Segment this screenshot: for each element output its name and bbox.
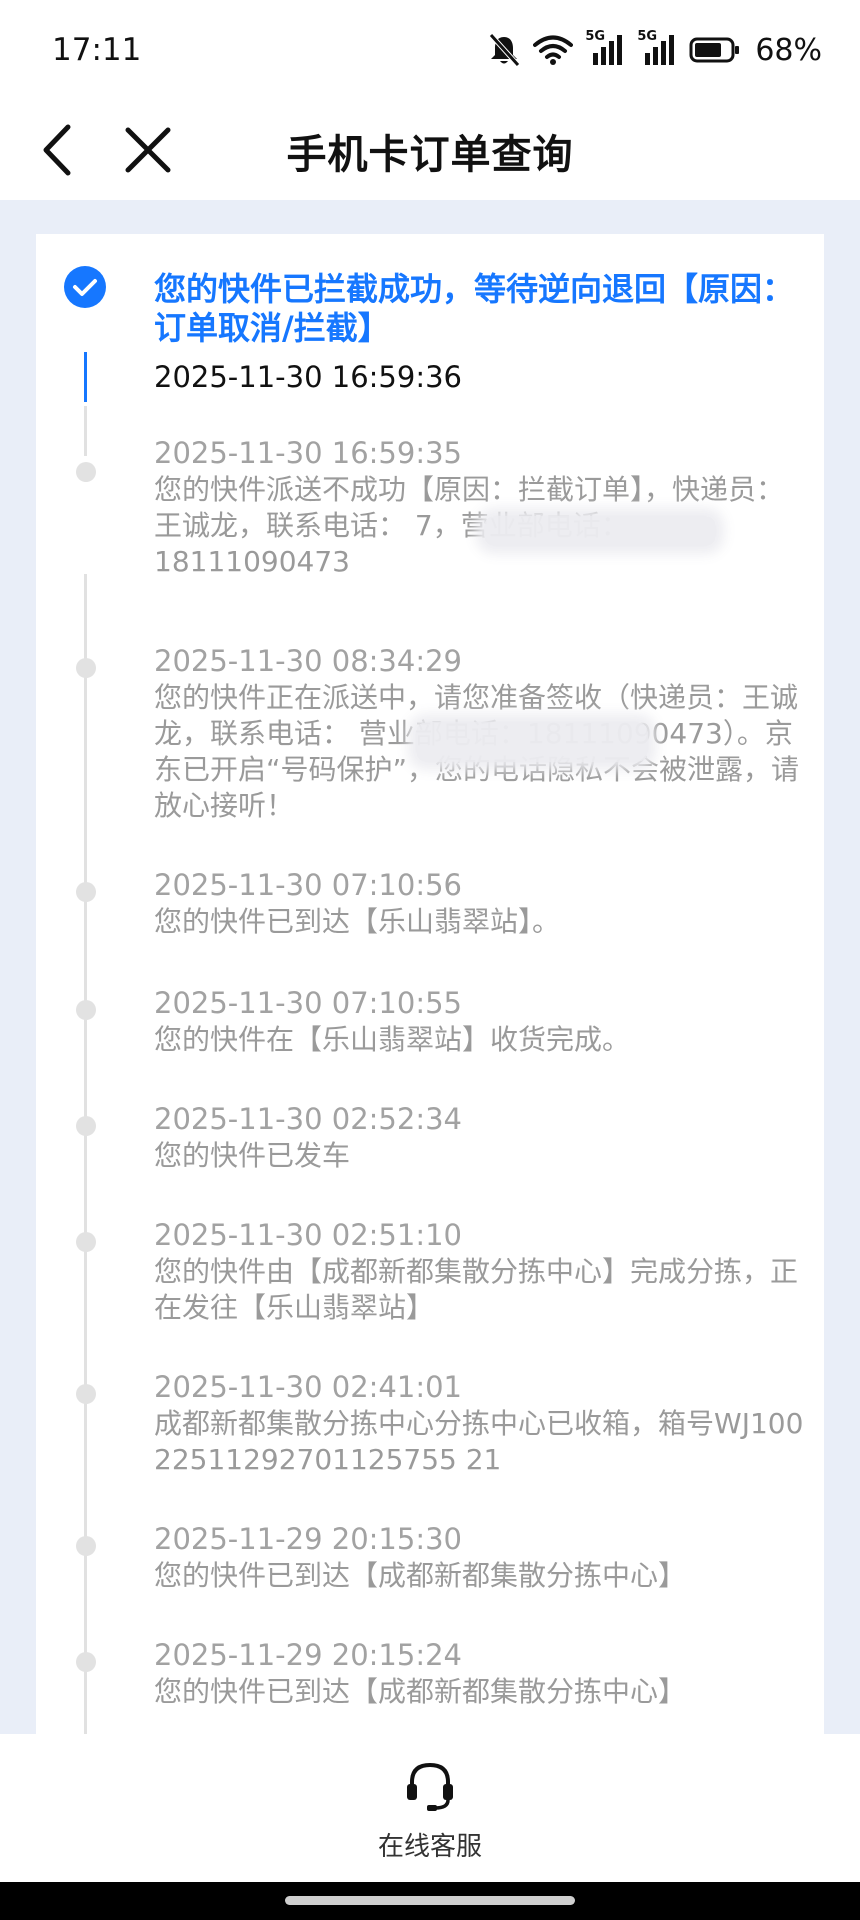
online-service-button[interactable]: 在线客服	[355, 1760, 505, 1870]
timeline-dot	[76, 462, 96, 482]
timeline-line	[84, 406, 87, 456]
timeline-dot	[76, 1536, 96, 1556]
timeline-dot	[76, 1652, 96, 1672]
home-indicator[interactable]	[285, 1896, 575, 1905]
timeline-item: 2025-11-30 07:10:55 您的快件在【乐山翡翠站】收货完成。	[154, 984, 804, 1058]
blurred-phone-number	[484, 516, 716, 546]
timeline-desc: 您的快件已拦截成功，等待逆向退回【原因：订单取消/拦截】	[154, 270, 795, 347]
timeline-dot	[76, 1384, 96, 1404]
wifi-icon	[533, 34, 574, 66]
timeline-desc: 您的快件已到达【乐山翡翠站】。	[154, 905, 561, 938]
timeline-item: 2025-11-30 07:10:56 您的快件已到达【乐山翡翠站】。	[154, 866, 804, 940]
timeline-item: 2025-11-29 20:15:24 您的快件已到达【成都新都集散分拣中心】	[154, 1636, 804, 1710]
timeline-time: 2025-11-30 08:34:29	[154, 644, 462, 678]
timeline-item: 2025-11-29 20:15:30 您的快件已到达【成都新都集散分拣中心】	[154, 1520, 804, 1594]
timeline-time: 2025-11-29 20:15:30	[154, 1522, 462, 1556]
timeline-item: 2025-11-30 02:41:01 成都新都集散分拣中心分拣中心已收箱，箱号…	[154, 1368, 804, 1478]
timeline-desc: 您的快件已到达【成都新都集散分拣中心】	[154, 1559, 687, 1592]
signal-icon: 5G	[585, 29, 625, 67]
timeline-time: 2025-11-30 16:59:36	[154, 360, 462, 394]
battery-icon	[689, 36, 741, 64]
headset-icon	[407, 1762, 453, 1811]
timeline-time: 2025-11-30 02:52:34	[154, 1102, 462, 1136]
system-navigation-bar	[0, 1882, 860, 1920]
status-bar: 17:11 5G 5G 68%	[0, 0, 860, 100]
timeline-desc: 成都新都集散分拣中心分拣中心已收箱，箱号WJ100225112927011257…	[154, 1407, 804, 1476]
status-icons: 5G 5G 68%	[487, 29, 822, 70]
timeline-dot	[76, 658, 96, 678]
timeline-item: 2025-11-30 02:52:34 您的快件已发车	[154, 1100, 804, 1174]
timeline-dot	[76, 1116, 96, 1136]
header: 手机卡订单查询	[0, 100, 860, 200]
timeline-time: 2025-11-30 07:10:55	[154, 986, 462, 1020]
check-circle-icon	[64, 266, 106, 308]
timeline-time: 2025-11-30 07:10:56	[154, 868, 462, 902]
timeline-dot	[76, 1000, 96, 1020]
timeline-item-current: 您的快件已拦截成功，等待逆向退回【原因：订单取消/拦截】 2025-11-30 …	[154, 270, 804, 394]
bottom-bar: 在线客服	[0, 1734, 860, 1882]
timeline-desc: 您的快件在【乐山翡翠站】收货完成。	[154, 1023, 631, 1056]
signal-icon: 5G	[637, 29, 677, 67]
timeline-dot	[76, 882, 96, 902]
timeline-desc: 您的快件已到达【成都新都集散分拣中心】	[154, 1675, 687, 1708]
timeline-time: 2025-11-30 02:41:01	[154, 1370, 462, 1404]
page-title: 手机卡订单查询	[286, 132, 574, 178]
timeline-time: 2025-11-29 20:15:24	[154, 1638, 462, 1672]
timeline-line	[84, 574, 87, 1734]
timeline-line-active	[84, 352, 87, 402]
timeline-item: 2025-11-30 02:51:10 您的快件由【成都新都集散分拣中心】完成分…	[154, 1216, 804, 1326]
battery-percentage: 68%	[755, 32, 822, 68]
tracking-timeline-card: 您的快件已拦截成功，等待逆向退回【原因：订单取消/拦截】 2025-11-30 …	[36, 234, 824, 1734]
timeline-desc: 您的快件由【成都新都集散分拣中心】完成分拣，正在发往【乐山翡翠站】	[154, 1255, 799, 1324]
online-service-label: 在线客服	[377, 1832, 482, 1862]
bell-off-icon	[487, 32, 521, 68]
blurred-phone-number	[416, 722, 648, 762]
timeline-time: 2025-11-30 16:59:35	[154, 436, 462, 470]
status-time: 17:11	[52, 32, 142, 68]
timeline-desc: 您的快件已发车	[154, 1139, 351, 1172]
timeline-time: 2025-11-30 02:51:10	[154, 1218, 462, 1252]
timeline-dot	[76, 1232, 96, 1252]
timeline-item: 2025-11-30 16:59:35 您的快件派送不成功【原因：拦截订单】，快…	[154, 434, 804, 580]
